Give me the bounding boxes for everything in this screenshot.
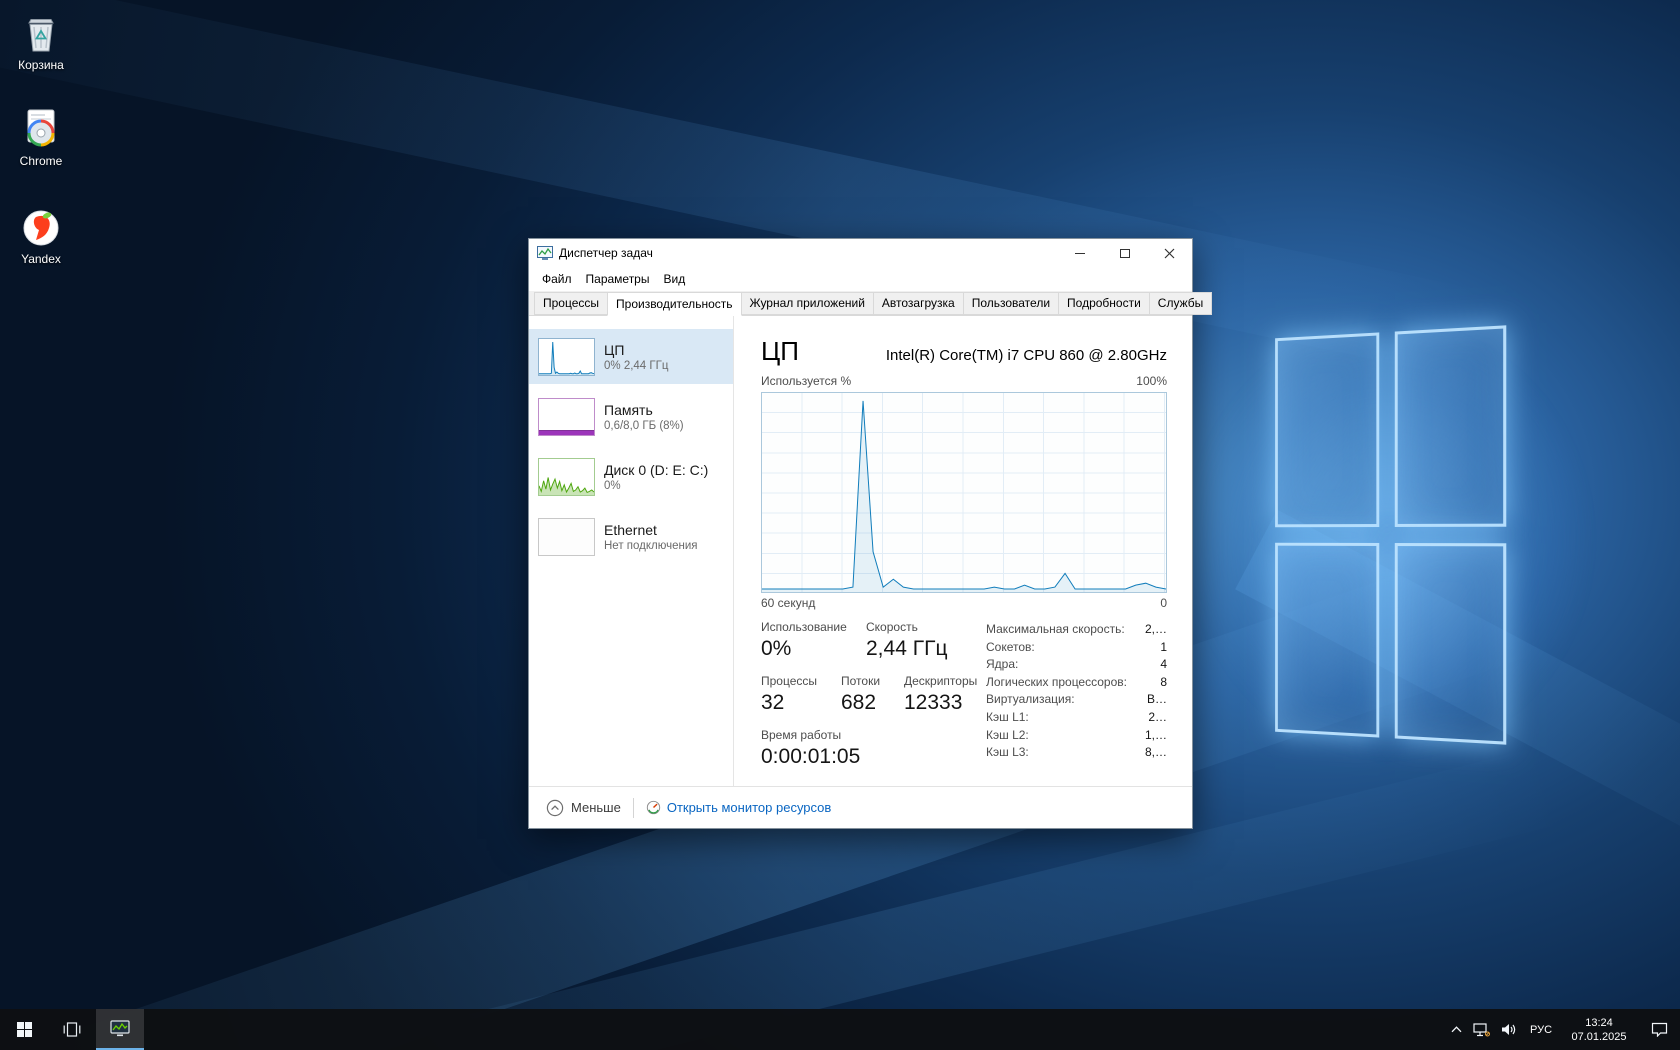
graph-zero-label: 0 — [1160, 596, 1167, 610]
memory-mini-graph — [538, 398, 595, 436]
spec-max-speed: Максимальная скорость:2,… — [986, 621, 1167, 639]
spec-l2-cache: Кэш L2:1,… — [986, 727, 1167, 745]
spec-l3-cache: Кэш L3:8,… — [986, 744, 1167, 762]
task-view-icon — [63, 1022, 81, 1037]
sidebar-item-disk[interactable]: Диск 0 (D: E: C:) 0% — [529, 449, 733, 504]
spec-virtualization: Виртуализация:В… — [986, 691, 1167, 709]
tray-network-button[interactable] — [1468, 1009, 1495, 1050]
chevron-up-icon — [1451, 1026, 1462, 1033]
window-titlebar[interactable]: Диспетчер задач — [529, 239, 1192, 267]
spec-l1-cache: Кэш L1:2… — [986, 709, 1167, 727]
tab-app-history[interactable]: Журнал приложений — [741, 292, 874, 315]
task-manager-window: Диспетчер задач Файл Параметры Вид Проце… — [528, 238, 1193, 829]
menu-bar: Файл Параметры Вид — [529, 267, 1192, 291]
tab-details[interactable]: Подробности — [1058, 292, 1150, 315]
desktop-icon-chrome[interactable]: Chrome — [0, 108, 82, 168]
recycle-bin-icon — [0, 12, 82, 54]
close-icon — [1164, 248, 1175, 259]
ethernet-network-icon — [1473, 1023, 1490, 1037]
tab-performance[interactable]: Производительность — [607, 292, 741, 316]
taskbar-clock[interactable]: 13:24 07.01.2025 — [1560, 1009, 1638, 1050]
language-indicator[interactable]: РУС — [1522, 1009, 1560, 1050]
windows-logo — [1275, 325, 1506, 744]
stat-threads: Потоки 682 — [841, 674, 904, 715]
stat-processes: Процессы 32 — [761, 674, 841, 715]
graph-usage-label: Используется % — [761, 374, 851, 388]
window-title: Диспетчер задач — [559, 246, 653, 260]
tab-strip: Процессы Производительность Журнал прило… — [529, 291, 1192, 316]
task-manager-app-icon — [537, 245, 553, 261]
desktop-icon-label: Корзина — [0, 58, 82, 72]
cpu-stats: Использование 0% Скорость 2,44 ГГц Проце… — [761, 620, 986, 782]
graph-max-label: 100% — [1136, 374, 1167, 388]
tray-expand-button[interactable] — [1444, 1009, 1468, 1050]
sidebar-item-cpu[interactable]: ЦП 0% 2,44 ГГц — [529, 329, 733, 384]
action-center-icon — [1651, 1022, 1668, 1037]
taskbar-app-task-manager[interactable] — [96, 1009, 144, 1050]
clock-time: 13:24 — [1585, 1016, 1613, 1030]
tab-processes[interactable]: Процессы — [534, 292, 608, 315]
disk-mini-graph — [538, 458, 595, 496]
cpu-usage-graph — [761, 392, 1167, 593]
yandex-icon — [0, 206, 82, 248]
stat-uptime: Время работы 0:00:01:05 — [761, 728, 860, 769]
desktop-icon-label: Yandex — [0, 252, 82, 266]
desktop-icon-label: Chrome — [0, 154, 82, 168]
menu-view[interactable]: Вид — [656, 269, 692, 289]
resource-monitor-icon — [646, 800, 661, 815]
cpu-details-panel: ЦП Intel(R) Core(TM) i7 CPU 860 @ 2.80GH… — [734, 316, 1192, 786]
clock-date: 07.01.2025 — [1571, 1030, 1626, 1044]
stat-handles: Дескрипторы 12333 — [904, 674, 977, 715]
speaker-icon — [1501, 1023, 1517, 1036]
tab-startup[interactable]: Автозагрузка — [873, 292, 964, 315]
task-view-button[interactable] — [48, 1009, 96, 1050]
tab-users[interactable]: Пользователи — [963, 292, 1059, 315]
close-button[interactable] — [1147, 239, 1192, 267]
maximize-button[interactable] — [1102, 239, 1147, 267]
desktop-icon-yandex[interactable]: Yandex — [0, 206, 82, 266]
performance-sidebar: ЦП 0% 2,44 ГГц Память 0,6/8,0 ГБ (8%) — [529, 316, 734, 786]
minimize-button[interactable] — [1057, 239, 1102, 267]
open-resource-monitor-link[interactable]: Открыть монитор ресурсов — [646, 800, 831, 815]
processor-name: Intel(R) Core(TM) i7 CPU 860 @ 2.80GHz — [886, 347, 1167, 367]
tab-services[interactable]: Службы — [1149, 292, 1212, 315]
stat-usage: Использование 0% — [761, 620, 866, 661]
panel-title: ЦП — [761, 336, 799, 367]
fewer-details-button[interactable]: Меньше — [546, 799, 621, 817]
footer-separator — [633, 798, 634, 818]
cpu-specs: Максимальная скорость:2,… Сокетов:1 Ядра… — [986, 620, 1167, 782]
cpu-mini-graph — [538, 338, 595, 376]
taskbar: РУС 13:24 07.01.2025 — [0, 1009, 1680, 1050]
sidebar-item-ethernet[interactable]: Ethernet Нет подключения — [529, 509, 733, 564]
windows-start-icon — [17, 1022, 32, 1037]
graph-timespan-label: 60 секунд — [761, 596, 815, 610]
chevron-up-circle-icon — [546, 799, 564, 817]
spec-sockets: Сокетов:1 — [986, 639, 1167, 657]
task-manager-taskbar-icon — [110, 1020, 130, 1038]
menu-options[interactable]: Параметры — [579, 269, 657, 289]
stat-speed: Скорость 2,44 ГГц — [866, 620, 947, 661]
fewer-details-label: Меньше — [571, 800, 621, 815]
sidebar-item-memory[interactable]: Память 0,6/8,0 ГБ (8%) — [529, 389, 733, 444]
tray-volume-button[interactable] — [1495, 1009, 1522, 1050]
chrome-installer-icon — [0, 108, 82, 150]
start-button[interactable] — [0, 1009, 48, 1050]
spec-cores: Ядра:4 — [986, 656, 1167, 674]
action-center-button[interactable] — [1638, 1009, 1680, 1050]
window-footer: Меньше Открыть монитор ресурсов — [529, 786, 1192, 828]
desktop: Корзина Chrome Yandex — [0, 0, 1680, 1050]
spec-logical-processors: Логических процессоров:8 — [986, 674, 1167, 692]
desktop-icon-recycle-bin[interactable]: Корзина — [0, 12, 82, 72]
ethernet-mini-graph — [538, 518, 595, 556]
resource-monitor-label: Открыть монитор ресурсов — [667, 800, 831, 815]
menu-file[interactable]: Файл — [535, 269, 579, 289]
